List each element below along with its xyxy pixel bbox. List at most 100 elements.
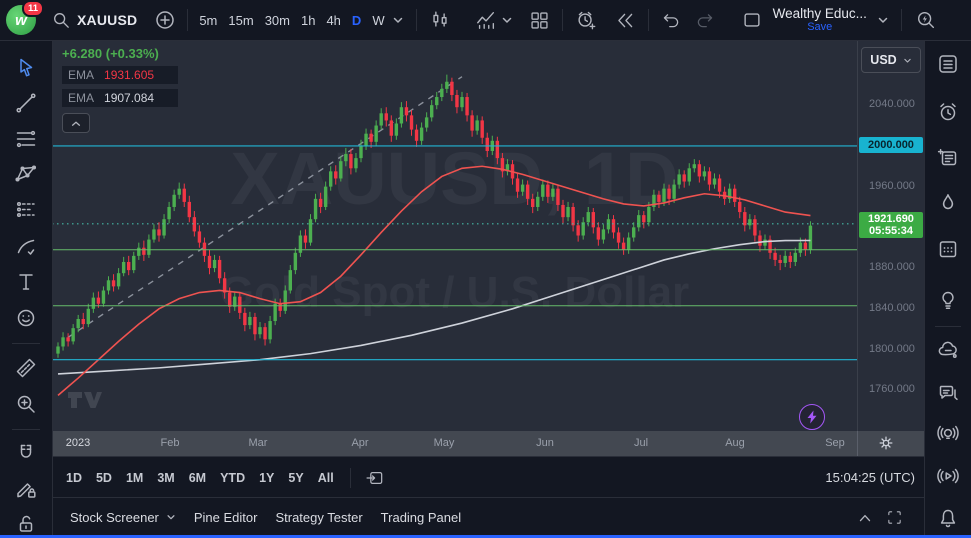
- alarm-clock-icon: [936, 100, 960, 124]
- measure-tool-button[interactable]: [14, 356, 38, 380]
- range-ytd[interactable]: YTD: [220, 471, 245, 485]
- ideas-button[interactable]: [936, 288, 960, 312]
- utc-clock[interactable]: 15:04:25 (UTC): [825, 470, 915, 485]
- layout-square-icon: [741, 9, 763, 31]
- range-5d[interactable]: 5D: [96, 471, 112, 485]
- quick-search-button[interactable]: [915, 9, 937, 31]
- timeframe-15m[interactable]: 15m: [228, 13, 253, 28]
- horizontal-lines-tool-button[interactable]: [14, 127, 38, 151]
- watchlist-button[interactable]: [936, 52, 960, 76]
- undo-button[interactable]: [661, 10, 682, 31]
- tab-stock-screener[interactable]: Stock Screener: [70, 510, 176, 525]
- calendar-icon: [936, 237, 960, 261]
- lightbulb-icon: [936, 288, 960, 312]
- sidebar-divider: [935, 326, 961, 327]
- axis-settings-button[interactable]: [876, 433, 896, 453]
- range-5y[interactable]: 5Y: [288, 471, 303, 485]
- expand-panel-icon[interactable]: [856, 510, 874, 524]
- tab-pine-editor[interactable]: Pine Editor: [194, 510, 258, 525]
- layout-template-button[interactable]: [741, 9, 763, 31]
- time-axis[interactable]: 2023FebMarAprMayJunJulAugSep: [52, 431, 925, 456]
- indicator-row-ema-1[interactable]: EMA 1931.605: [62, 66, 178, 84]
- layout-grid-button[interactable]: [529, 10, 550, 31]
- trend-line-tool-button[interactable]: [14, 91, 38, 115]
- hotlists-button[interactable]: [936, 191, 960, 215]
- layout-name-button[interactable]: Wealthy Educ... Save: [773, 7, 867, 34]
- text-tool-button[interactable]: [14, 270, 38, 294]
- indicator-value: 1931.605: [104, 68, 154, 82]
- pencil-lock-icon: [14, 477, 38, 501]
- go-to-date-button[interactable]: [365, 468, 385, 488]
- lock-all-drawings-button[interactable]: [14, 512, 38, 536]
- range-1m[interactable]: 1M: [126, 471, 143, 485]
- symbol-search-button[interactable]: XAUUSD: [52, 11, 137, 29]
- toolbar-divider: [12, 343, 40, 344]
- range-all[interactable]: All: [318, 471, 334, 485]
- price-tick: 2040.000: [858, 98, 926, 110]
- price-axis[interactable]: USD 2040.0001960.0001880.0001840.0001800…: [857, 40, 926, 431]
- brush-tool-button[interactable]: [14, 234, 38, 258]
- cursor-tool-button[interactable]: [14, 56, 38, 80]
- forecast-tool-button[interactable]: [14, 198, 38, 222]
- emoji-tool-button[interactable]: [14, 306, 38, 330]
- timeframe-4h[interactable]: 4h: [326, 13, 340, 28]
- indicator-name: EMA: [68, 68, 94, 82]
- chart-pane[interactable]: XAUUSD, 1D Gold Spot / U.S. Dollar +6.28…: [52, 40, 857, 431]
- drawing-mode-lock-button[interactable]: [14, 477, 38, 501]
- ruler-icon: [14, 356, 38, 380]
- time-tick: Apr: [351, 437, 368, 449]
- maximize-icon[interactable]: [886, 509, 903, 526]
- save-label[interactable]: Save: [807, 21, 832, 33]
- indicator-row-ema-2[interactable]: EMA 1907.084: [62, 89, 178, 107]
- drawing-toolbar: [0, 40, 53, 535]
- range-1d[interactable]: 1D: [66, 471, 82, 485]
- calendar-button[interactable]: [936, 237, 960, 261]
- toolbar-divider: [12, 429, 40, 430]
- replay-icon: [615, 10, 636, 31]
- create-alert-button[interactable]: [575, 9, 597, 31]
- redo-button[interactable]: [694, 10, 715, 31]
- bar-countdown: 05:55:34: [859, 225, 923, 237]
- magnet-mode-button[interactable]: [14, 441, 38, 465]
- pattern-tool-button[interactable]: [14, 162, 38, 186]
- price-tick: 1880.000: [858, 261, 926, 273]
- range-6m[interactable]: 6M: [189, 471, 206, 485]
- chat-button[interactable]: [936, 380, 960, 404]
- zoom-in-icon: [14, 392, 38, 416]
- timeframe-1d[interactable]: D: [352, 13, 361, 28]
- indicators-menu-button[interactable]: [501, 14, 513, 26]
- compare-add-symbol-button[interactable]: [155, 10, 175, 30]
- plus-circle-icon: [155, 10, 175, 30]
- instant-trading-button[interactable]: [799, 404, 825, 430]
- range-bar-divider: [350, 468, 351, 488]
- currency-label: USD: [870, 53, 896, 67]
- zoom-in-tool-button[interactable]: [14, 392, 38, 416]
- legend-collapse-button[interactable]: [62, 113, 90, 133]
- tab-trading-panel[interactable]: Trading Panel: [381, 510, 461, 525]
- chart-style-button[interactable]: [429, 9, 451, 31]
- timeframe-5m[interactable]: 5m: [199, 13, 217, 28]
- streams-button[interactable]: [936, 464, 960, 488]
- timeframe-1h[interactable]: 1h: [301, 13, 315, 28]
- forecast-icon: [14, 198, 38, 222]
- alerts-button[interactable]: [936, 100, 960, 124]
- xabcd-pattern-icon: [14, 162, 38, 186]
- notifications-button[interactable]: [936, 506, 960, 530]
- user-menu-button[interactable]: w 11: [6, 5, 36, 35]
- live-ideas-button[interactable]: [936, 422, 960, 446]
- minds-button[interactable]: [936, 338, 960, 362]
- price-tick: 1760.000: [858, 383, 926, 395]
- timeframe-1w[interactable]: W: [372, 13, 384, 28]
- news-button[interactable]: [936, 146, 960, 170]
- layout-menu-button[interactable]: [877, 14, 889, 26]
- time-tick: Mar: [249, 437, 268, 449]
- indicators-button[interactable]: [475, 9, 497, 31]
- time-tick: Aug: [725, 437, 745, 449]
- tab-strategy-tester[interactable]: Strategy Tester: [275, 510, 362, 525]
- bar-replay-button[interactable]: [615, 10, 636, 31]
- currency-selector[interactable]: USD: [861, 47, 921, 73]
- timeframe-menu-button[interactable]: [392, 14, 404, 26]
- range-3m[interactable]: 3M: [157, 471, 174, 485]
- timeframe-30m[interactable]: 30m: [265, 13, 290, 28]
- range-1y[interactable]: 1Y: [259, 471, 274, 485]
